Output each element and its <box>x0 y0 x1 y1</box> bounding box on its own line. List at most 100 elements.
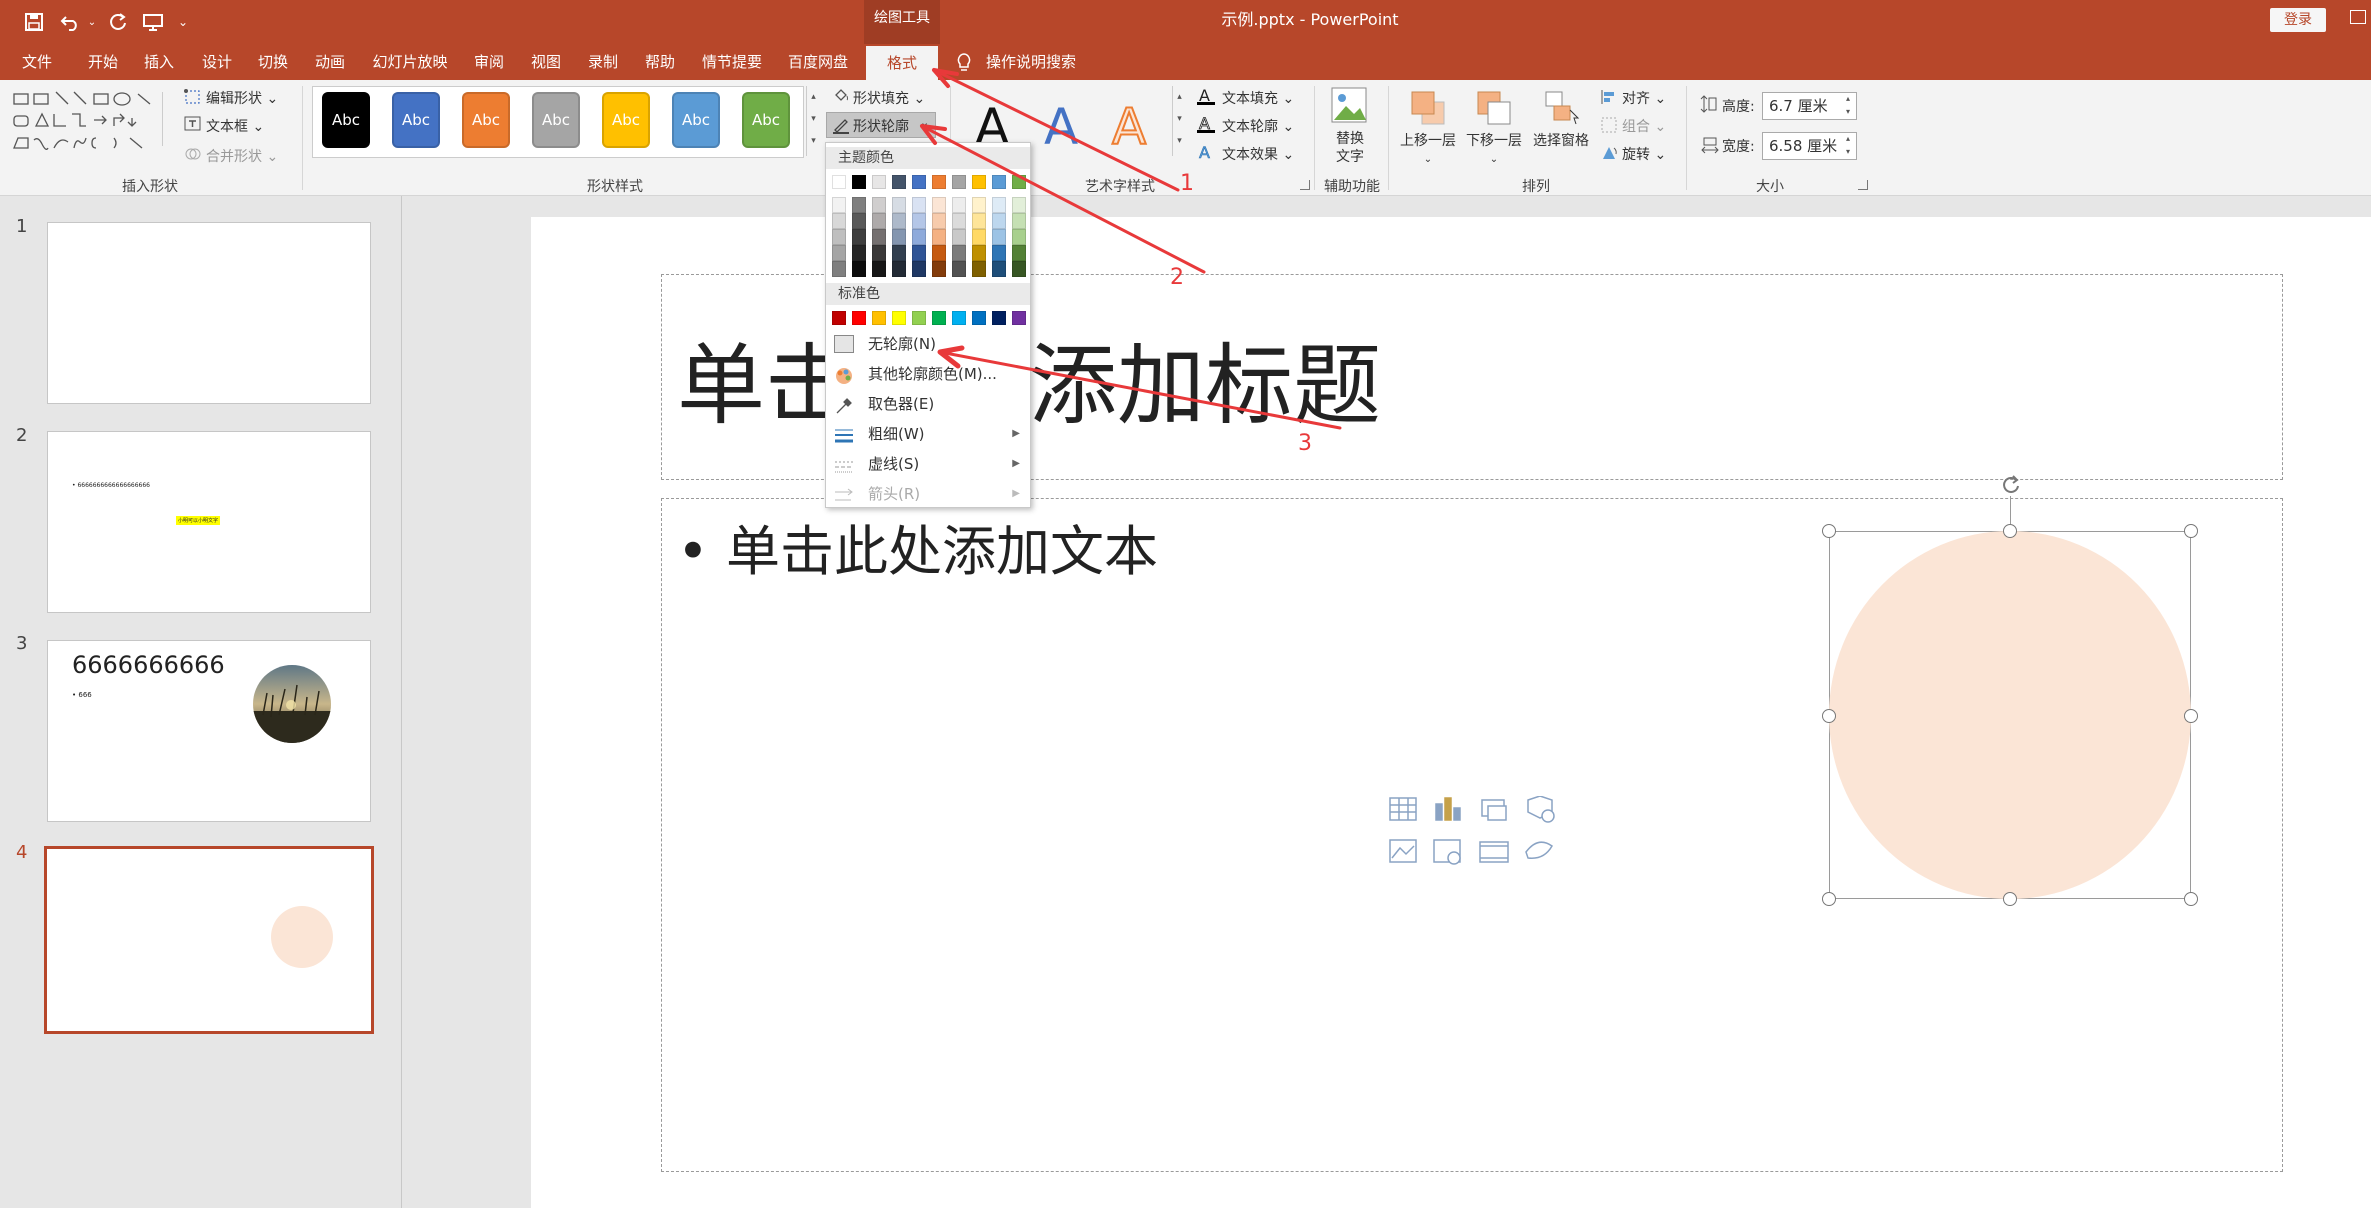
color-swatch[interactable] <box>892 229 906 245</box>
bring-forward-button[interactable]: 上移一层 ⌄ <box>1396 130 1460 166</box>
save-icon[interactable] <box>20 8 48 36</box>
text-fill-button[interactable]: 文本填充 ⌄ <box>1222 88 1294 108</box>
color-swatch[interactable] <box>972 261 986 277</box>
color-swatch[interactable] <box>932 311 946 325</box>
shape-style-preset[interactable]: Abc <box>742 92 790 148</box>
customize-qat-icon[interactable]: ⌄ <box>176 8 190 36</box>
resize-handle-top[interactable] <box>2003 524 2017 538</box>
color-swatch[interactable] <box>992 311 1006 325</box>
tab-animations[interactable]: 动画 <box>307 44 353 80</box>
shape-style-preset[interactable]: Abc <box>462 92 510 148</box>
color-swatch[interactable] <box>932 175 946 189</box>
color-swatch[interactable] <box>972 311 986 325</box>
outline-arrows-item[interactable]: 箭头(R) ▶ <box>826 479 1030 509</box>
outline-dashes-item[interactable]: 虚线(S) ▶ <box>826 449 1030 479</box>
shape-style-gallery-scroll[interactable]: ▴ ▾ ▾ <box>806 86 820 156</box>
shape-gallery-scroll[interactable] <box>162 92 172 146</box>
color-swatch[interactable] <box>952 311 966 325</box>
color-swatch[interactable] <box>972 197 986 213</box>
resize-handle-bottom[interactable] <box>2003 892 2017 906</box>
shape-fill-button[interactable]: 形状填充 ⌄ <box>853 88 925 108</box>
slide-thumbnail-4-selected[interactable] <box>44 846 374 1034</box>
text-box-button[interactable]: 文本框 ⌄ <box>206 116 264 136</box>
send-backward-button[interactable]: 下移一层 ⌄ <box>1462 130 1526 166</box>
merge-shapes-button[interactable]: 合并形状 ⌄ <box>206 146 278 166</box>
redo-icon[interactable] <box>104 8 132 36</box>
resize-handle-bottom-right[interactable] <box>2184 892 2198 906</box>
color-swatch[interactable] <box>992 245 1006 261</box>
color-swatch[interactable] <box>912 229 926 245</box>
tab-transitions[interactable]: 切换 <box>250 44 296 80</box>
login-button[interactable]: 登录 <box>2270 8 2326 32</box>
color-swatch[interactable] <box>932 261 946 277</box>
color-swatch[interactable] <box>832 213 846 229</box>
width-spinner[interactable]: ▴ ▾ <box>1846 132 1857 160</box>
color-swatch[interactable] <box>852 261 866 277</box>
color-swatch[interactable] <box>992 213 1006 229</box>
color-swatch[interactable] <box>1012 245 1026 261</box>
wordart-gallery-scroll[interactable]: ▴ ▾ ▾ <box>1172 86 1186 156</box>
tab-format[interactable]: 格式 <box>866 46 938 80</box>
color-swatch[interactable] <box>932 213 946 229</box>
color-swatch[interactable] <box>872 213 886 229</box>
color-swatch[interactable] <box>872 245 886 261</box>
color-swatch[interactable] <box>872 229 886 245</box>
color-swatch[interactable] <box>852 229 866 245</box>
group-objects-button[interactable]: 组合 ⌄ <box>1622 116 1666 136</box>
color-swatch[interactable] <box>852 175 866 189</box>
tab-baidu-netdisk[interactable]: 百度网盘 <box>782 44 854 80</box>
tab-storyboard[interactable]: 情节提要 <box>696 44 768 80</box>
edit-shape-button[interactable]: 编辑形状 ⌄ <box>206 88 278 108</box>
color-swatch[interactable] <box>992 175 1006 189</box>
start-slideshow-icon[interactable] <box>138 8 168 36</box>
rotate-button[interactable]: 旋转 ⌄ <box>1622 144 1666 164</box>
color-swatch[interactable] <box>932 229 946 245</box>
color-swatch[interactable] <box>892 245 906 261</box>
shape-style-preset[interactable]: Abc <box>392 92 440 148</box>
undo-dropdown-icon[interactable]: ⌄ <box>86 8 98 36</box>
tell-me-search[interactable]: 操作说明搜索 <box>986 44 1084 80</box>
color-swatch[interactable] <box>992 197 1006 213</box>
resize-handle-left[interactable] <box>1822 709 1836 723</box>
color-swatch[interactable] <box>972 245 986 261</box>
wordart-dialog-launcher-icon[interactable] <box>1300 180 1310 190</box>
color-swatch[interactable] <box>1012 261 1026 277</box>
alt-text-button[interactable]: 替换 文字 <box>1324 130 1376 166</box>
color-swatch[interactable] <box>1012 229 1026 245</box>
no-outline-item[interactable]: 无轮廓(N) <box>826 329 1030 359</box>
tab-home[interactable]: 开始 <box>80 44 126 80</box>
color-swatch[interactable] <box>932 197 946 213</box>
color-swatch[interactable] <box>852 245 866 261</box>
shape-style-preset[interactable]: Abc <box>672 92 720 148</box>
tab-view[interactable]: 视图 <box>523 44 569 80</box>
color-swatch[interactable] <box>892 311 906 325</box>
color-swatch[interactable] <box>912 175 926 189</box>
shape-style-preset[interactable]: Abc <box>322 92 370 148</box>
color-swatch[interactable] <box>932 245 946 261</box>
tab-help[interactable]: 帮助 <box>637 44 683 80</box>
color-swatch[interactable] <box>892 213 906 229</box>
resize-handle-top-left[interactable] <box>1822 524 1836 538</box>
more-outline-colors-item[interactable]: 其他轮廓颜色(M)... <box>826 359 1030 389</box>
outline-weight-item[interactable]: 粗细(W) ▶ <box>826 419 1030 449</box>
rotate-handle-icon[interactable] <box>2001 474 2021 496</box>
color-swatch[interactable] <box>952 213 966 229</box>
color-swatch[interactable] <box>912 311 926 325</box>
shape-style-preset[interactable]: Abc <box>532 92 580 148</box>
text-effects-button[interactable]: 文本效果 ⌄ <box>1222 144 1294 164</box>
selected-circle-shape[interactable] <box>1829 531 2191 899</box>
slide-thumbnail-3[interactable]: 6666666666 • 666 <box>47 640 371 822</box>
color-swatch[interactable] <box>972 213 986 229</box>
resize-handle-right[interactable] <box>2184 709 2198 723</box>
color-swatch[interactable] <box>1012 197 1026 213</box>
color-swatch[interactable] <box>1012 311 1026 325</box>
slide-thumbnail-1[interactable] <box>47 222 371 404</box>
color-swatch[interactable] <box>972 175 986 189</box>
width-input[interactable]: 6.58 厘米 <box>1762 132 1857 160</box>
ribbon-display-options-icon[interactable] <box>2350 10 2366 24</box>
color-swatch[interactable] <box>872 175 886 189</box>
resize-handle-bottom-left[interactable] <box>1822 892 1836 906</box>
color-swatch[interactable] <box>852 213 866 229</box>
color-swatch[interactable] <box>952 229 966 245</box>
color-swatch[interactable] <box>912 245 926 261</box>
